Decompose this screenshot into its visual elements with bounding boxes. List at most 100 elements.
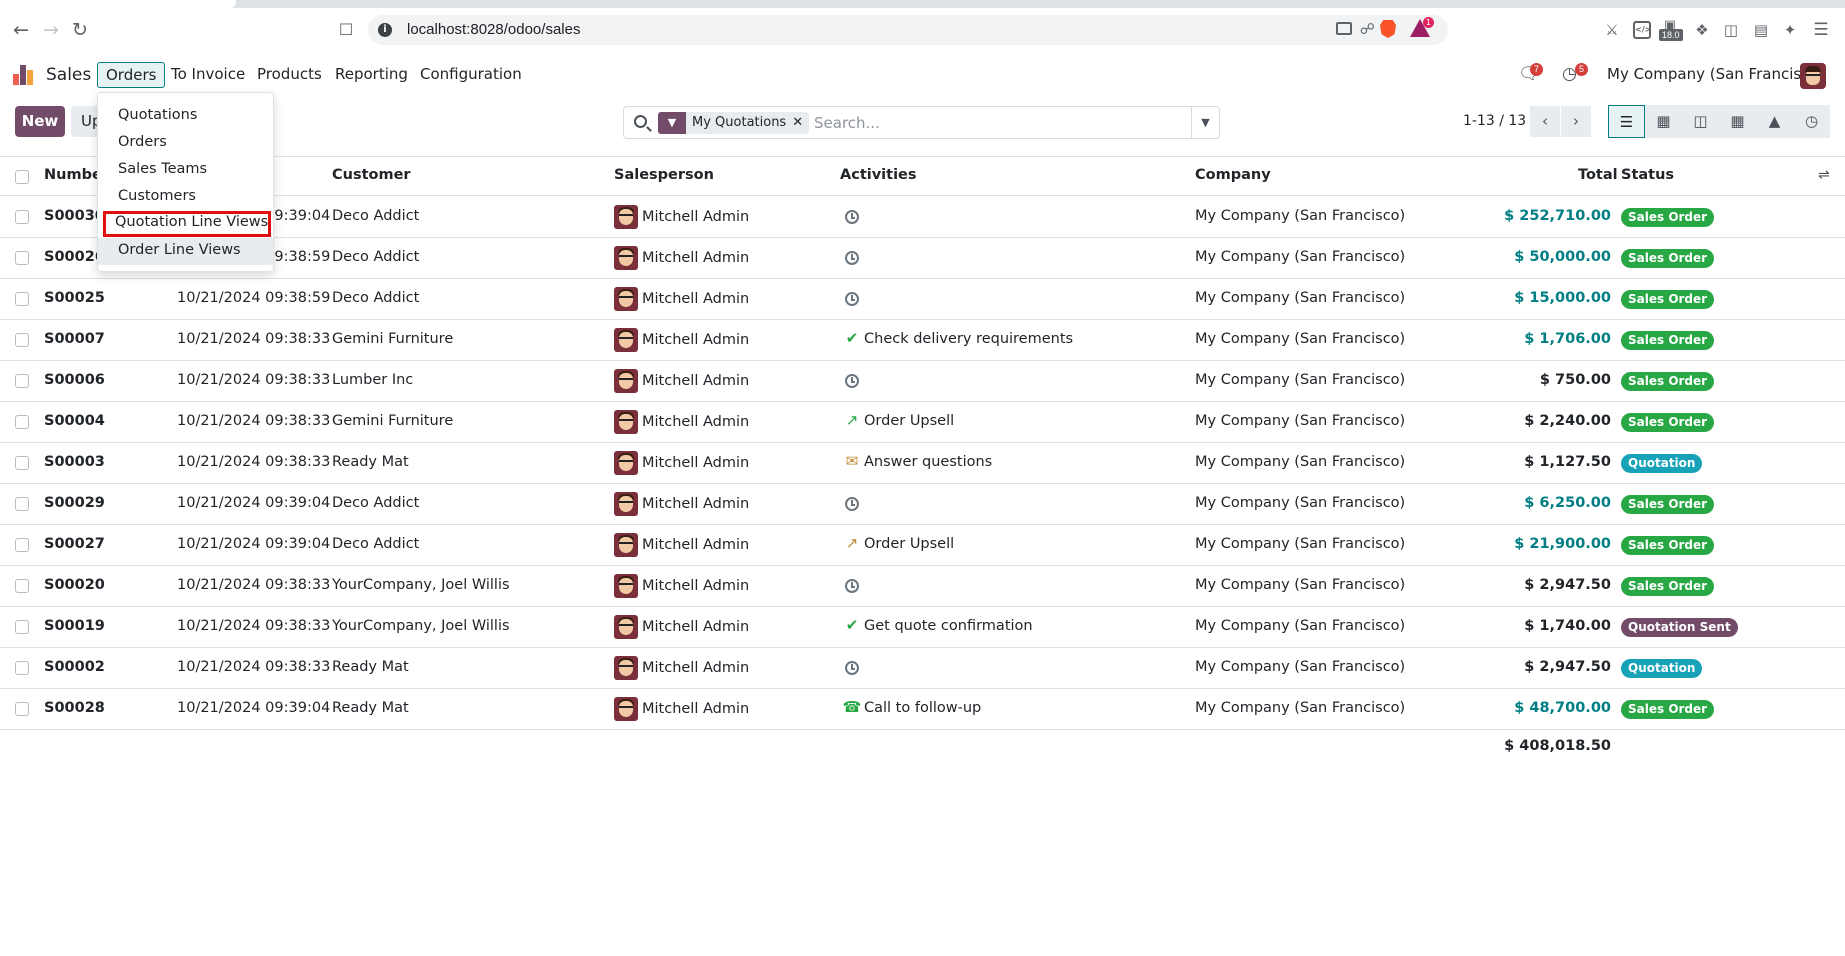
menu-item-sales-teams[interactable]: Sales Teams <box>98 157 273 184</box>
activity-view-icon[interactable]: ◷ <box>1793 105 1830 138</box>
pager-next-icon[interactable]: › <box>1561 106 1591 137</box>
table-row[interactable]: S00025 10/21/2024 09:38:59 Deco Addict Mitc… <box>0 279 1845 320</box>
salesperson-avatar[interactable] <box>614 451 638 475</box>
forward-icon[interactable]: → <box>40 19 62 41</box>
row-checkbox[interactable] <box>15 456 29 470</box>
activity-summary[interactable]: Get quote confirmation <box>864 618 1033 634</box>
new-button[interactable]: New <box>15 106 65 137</box>
list-view-icon[interactable]: ☰ <box>1608 105 1645 138</box>
activity-summary[interactable]: Call to follow-up <box>864 700 981 716</box>
graph-view-icon[interactable]: ▲ <box>1756 105 1793 138</box>
active-tab[interactable] <box>0 0 236 8</box>
activity-clock-icon[interactable] <box>845 497 859 511</box>
row-checkbox[interactable] <box>15 415 29 429</box>
table-row[interactable]: S00004 10/21/2024 09:38:33 Gemini Furnitur… <box>0 402 1845 443</box>
remove-facet-icon[interactable]: ✕ <box>792 115 809 130</box>
row-checkbox[interactable] <box>15 661 29 675</box>
sales-app-icon[interactable] <box>13 65 35 85</box>
header-total[interactable]: Total <box>1578 167 1618 183</box>
activity-clock-icon[interactable] <box>845 251 859 265</box>
activity-summary[interactable]: Order Upsell <box>864 413 954 429</box>
menu-icon[interactable]: ☰ <box>1812 21 1830 39</box>
activity-clock-icon[interactable] <box>845 292 859 306</box>
salesperson-avatar[interactable] <box>614 246 638 270</box>
menu-orders[interactable]: Orders <box>97 62 166 88</box>
activity-phone-icon[interactable]: ☎ <box>842 698 862 716</box>
salesperson-avatar[interactable] <box>614 492 638 516</box>
row-checkbox[interactable] <box>15 333 29 347</box>
table-row[interactable]: S00028 10/21/2024 09:39:04 Ready Mat Mitche… <box>0 689 1845 730</box>
table-row[interactable]: S00002 10/21/2024 09:38:33 Ready Mat Mitche… <box>0 648 1845 689</box>
activity-chart-green-icon[interactable]: ↗ <box>842 411 862 429</box>
activity-clock-icon[interactable] <box>845 579 859 593</box>
salesperson-avatar[interactable] <box>614 656 638 680</box>
company-switcher[interactable]: My Company (San Francisco) <box>1607 65 1824 83</box>
row-checkbox[interactable] <box>15 292 29 306</box>
activity-clock-icon[interactable] <box>845 374 859 388</box>
bookmark-icon[interactable]: ☐ <box>335 19 357 41</box>
row-checkbox[interactable] <box>15 538 29 552</box>
wallet-icon[interactable]: ▤ <box>1752 21 1770 39</box>
row-checkbox[interactable] <box>15 620 29 634</box>
table-row[interactable]: S00007 10/21/2024 09:38:33 Gemini Furnitur… <box>0 320 1845 361</box>
site-info-icon[interactable]: i <box>378 23 392 37</box>
table-row[interactable]: S00029 10/21/2024 09:39:04 Deco Addict Mitc… <box>0 484 1845 525</box>
menu-item-customers[interactable]: Customers <box>98 184 273 211</box>
puzzle-icon[interactable]: ❖ <box>1693 21 1711 39</box>
table-row[interactable]: S00020 10/21/2024 09:38:33 YourCompany, Jo… <box>0 566 1845 607</box>
url-text[interactable]: localhost:8028/odoo/sales <box>407 21 580 38</box>
activity-summary[interactable]: Order Upsell <box>864 536 954 552</box>
table-row[interactable]: S00019 10/21/2024 09:38:33 YourCompany, Jo… <box>0 607 1845 648</box>
share-icon[interactable]: ☍ <box>1360 20 1375 38</box>
extension-icon[interactable]: ⚔ <box>1603 21 1621 39</box>
optional-columns-icon[interactable]: ⇌ <box>1818 167 1830 183</box>
menu-item-order-line-views[interactable]: Order Line Views <box>98 238 273 265</box>
salesperson-avatar[interactable] <box>614 410 638 434</box>
activity-clock-icon[interactable] <box>845 661 859 675</box>
row-checkbox[interactable] <box>15 497 29 511</box>
app-name[interactable]: Sales <box>46 65 91 85</box>
pager-value[interactable]: 1-13 / 13 <box>1463 113 1526 129</box>
salesperson-avatar[interactable] <box>614 574 638 598</box>
activity-check-icon[interactable]: ✔ <box>842 616 862 634</box>
back-icon[interactable]: ← <box>10 19 32 41</box>
table-row[interactable]: S0003010/21/2024 09:39:04Deco AddictMitc… <box>0 197 1845 238</box>
salesperson-avatar[interactable] <box>614 369 638 393</box>
header-activities[interactable]: Activities <box>840 167 917 183</box>
menu-item-quotations[interactable]: Quotations <box>98 103 273 130</box>
row-checkbox[interactable] <box>15 210 29 224</box>
menu-configuration[interactable]: Configuration <box>412 62 530 88</box>
search-options-toggle[interactable]: ▼ <box>1191 107 1219 138</box>
menu-reporting[interactable]: Reporting <box>327 62 416 88</box>
table-row[interactable]: S00027 10/21/2024 09:39:04 Deco Addict Mitc… <box>0 525 1845 566</box>
select-all-checkbox[interactable] <box>15 170 29 184</box>
activity-check-icon[interactable]: ✔ <box>842 329 862 347</box>
row-checkbox[interactable] <box>15 579 29 593</box>
pager-previous-icon[interactable]: ‹ <box>1530 106 1560 137</box>
salesperson-avatar[interactable] <box>614 615 638 639</box>
table-row[interactable]: S00006 10/21/2024 09:38:33 Lumber Inc Mitch… <box>0 361 1845 402</box>
activity-summary[interactable]: Answer questions <box>864 454 992 470</box>
salesperson-avatar[interactable] <box>614 328 638 352</box>
reload-icon[interactable]: ↻ <box>69 19 91 41</box>
cast-icon[interactable] <box>1336 22 1352 35</box>
row-checkbox[interactable] <box>15 374 29 388</box>
header-status[interactable]: Status <box>1621 167 1674 183</box>
header-salesperson[interactable]: Salesperson <box>614 167 714 183</box>
row-checkbox[interactable] <box>15 251 29 265</box>
salesperson-avatar[interactable] <box>614 287 638 311</box>
menu-item-orders[interactable]: Orders <box>98 130 273 157</box>
sidebar-icon[interactable]: ◫ <box>1722 21 1740 39</box>
activity-envelope-icon[interactable]: ✉ <box>842 452 862 470</box>
menu-products[interactable]: Products <box>249 62 330 88</box>
header-customer[interactable]: Customer <box>332 167 411 183</box>
salesperson-avatar[interactable] <box>614 533 638 557</box>
activity-clock-icon[interactable] <box>845 210 859 224</box>
user-avatar[interactable] <box>1800 63 1826 89</box>
kanban-view-icon[interactable]: ▦ <box>1645 105 1682 138</box>
devtools-extension-icon[interactable]: </> <box>1633 21 1651 39</box>
brave-shields-icon[interactable] <box>1380 20 1396 38</box>
search-input[interactable] <box>814 112 1184 134</box>
table-row[interactable]: S0002610/21/2024 09:38:59Deco AddictMitc… <box>0 238 1845 279</box>
address-bar[interactable]: i localhost:8028/odoo/sales ☍ 1 <box>368 15 1448 45</box>
